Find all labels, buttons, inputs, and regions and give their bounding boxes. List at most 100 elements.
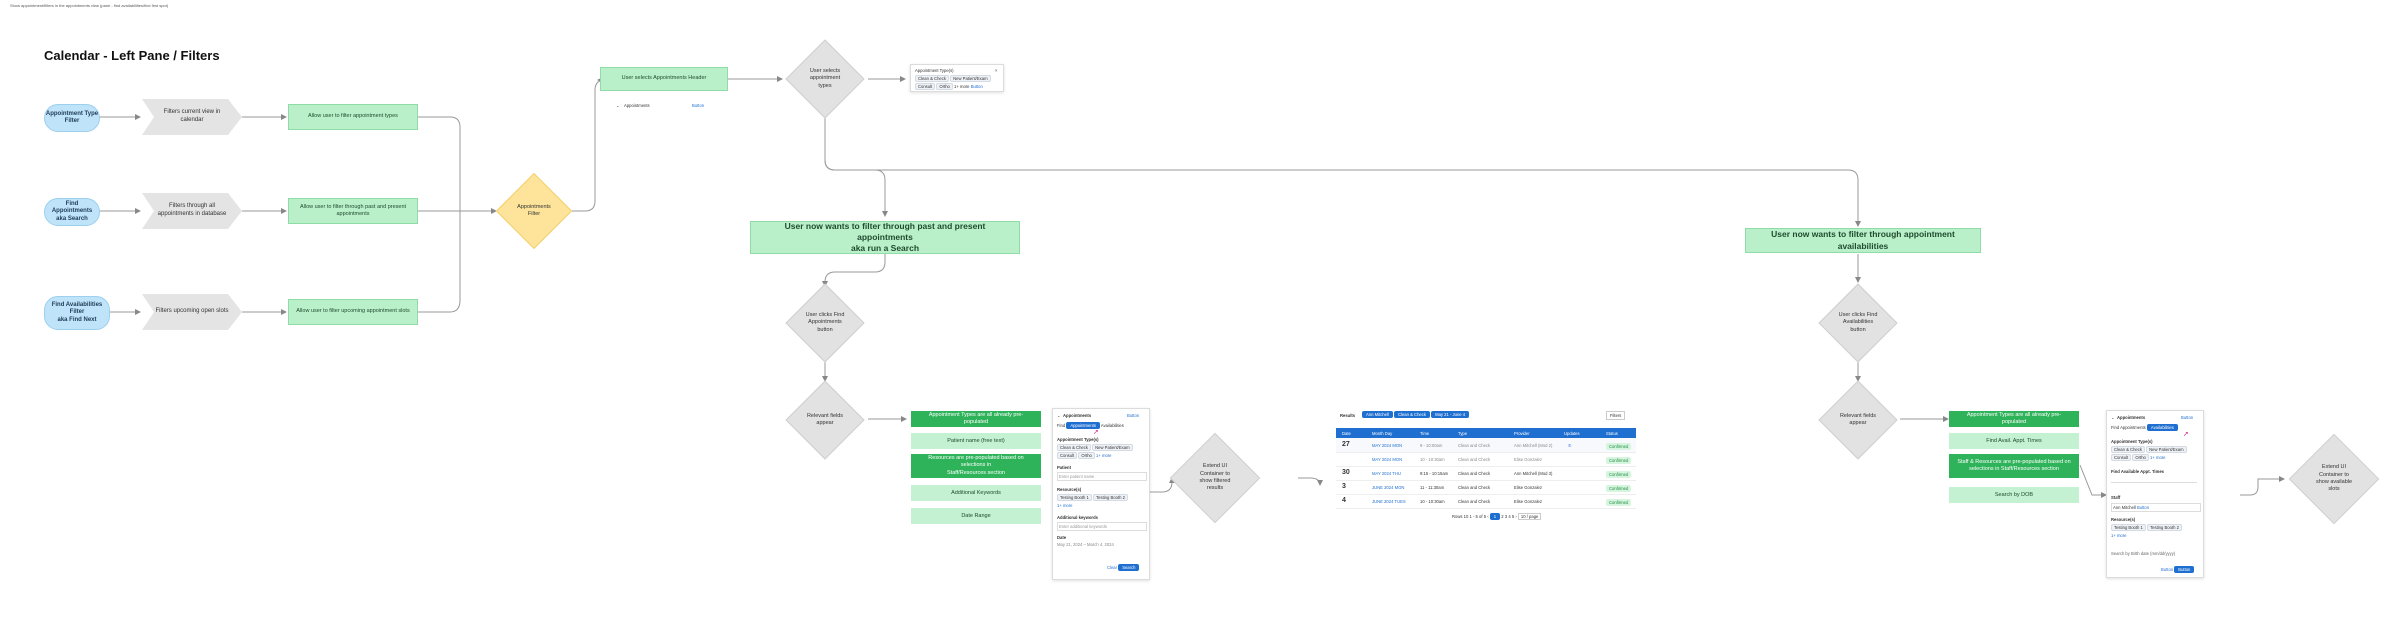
col-date[interactable]: Date: [1342, 431, 1351, 436]
staff-label: Staff: [2111, 495, 2121, 500]
appointment-types-popup: Appointment Type(s) × Clean & Check New …: [910, 64, 1004, 92]
pagination: Rows 10 1 - 5 of 5 ‹ 1 2 3 4 5 › 10 / pa…: [1452, 513, 1542, 520]
chevron-filters-open-slots: Filters upcoming open slots: [142, 294, 242, 330]
extend-ui-results-decision: Extend UI Container to show filtered res…: [1169, 430, 1261, 526]
appointment-type-filter-pill: Appointment Type Filter: [44, 104, 100, 132]
top-note: Show appointment/filters in the appointm…: [10, 3, 169, 8]
avail-secondary-button[interactable]: Button: [2161, 567, 2173, 572]
cursor-icon: ➚: [2183, 431, 2189, 438]
filters-dropdown[interactable]: Filters: [1606, 411, 1626, 420]
header-strip-button[interactable]: Button: [692, 103, 704, 108]
find-times-input[interactable]: [2111, 477, 2197, 483]
patient-input[interactable]: Enter patient name: [1057, 472, 1147, 481]
tab-find[interactable]: Find: [2111, 425, 2119, 430]
resource-chip[interactable]: Testing Booth 2: [2147, 524, 2182, 531]
resources-label: Resource(s): [2111, 517, 2136, 522]
table-row[interactable]: MAY 2024 MON 10 - 10:30am Clean and Chec…: [1336, 452, 1636, 467]
click-find-availabilities-decision: User clicks Find Availabilities button: [1815, 283, 1901, 363]
col-type[interactable]: Type: [1458, 431, 1467, 436]
avail-field-find-times: Find Avail. Appt. Times: [1949, 433, 2079, 449]
results-chip[interactable]: May 21 - June 4: [1431, 411, 1470, 418]
table-row[interactable]: 27 MAY 2024 MON 9 - 10:00am Clean and Ch…: [1336, 438, 1636, 453]
appointments-header-strip: ⌄ Appointments Button: [612, 99, 712, 112]
resource-chip[interactable]: Testing Booth 1: [2111, 524, 2146, 531]
search-field-appointment-types: Appointment Types are all already pre-po…: [911, 411, 1041, 427]
page-title: Calendar - Left Pane / Filters: [44, 48, 220, 63]
type-chip[interactable]: New Patient/Exam: [950, 75, 991, 82]
col-time[interactable]: Time: [1420, 431, 1429, 436]
type-chip[interactable]: Clean & Check: [2111, 446, 2145, 453]
page-button[interactable]: 2: [1501, 514, 1503, 519]
find-appointments-pill: Find Appointments aka Search: [44, 198, 100, 226]
page-button[interactable]: 3: [1505, 514, 1507, 519]
type-chip[interactable]: Ortho: [2132, 454, 2149, 461]
type-chip[interactable]: Consult: [2111, 454, 2132, 461]
allow-filter-past-present: Allow user to filter through past and pr…: [288, 198, 418, 224]
date-from-input[interactable]: May 21, 2024: [1057, 542, 1082, 547]
page-button[interactable]: 1: [1489, 513, 1501, 520]
more-chip[interactable]: 1+ more: [2111, 533, 2126, 538]
rows-select[interactable]: 10: [1464, 514, 1469, 519]
resource-chip[interactable]: Testing Booth 2: [1093, 494, 1128, 501]
more-chip[interactable]: 1+ more: [954, 84, 969, 89]
tab-appointments[interactable]: Appointments: [2120, 425, 2146, 430]
col-updates[interactable]: Updates: [1564, 431, 1580, 436]
staff-select[interactable]: Ann Mitchell Button: [2111, 503, 2201, 512]
search-panel-header-button[interactable]: Button: [1127, 413, 1139, 418]
search-types-label: Appointment Type(s): [1057, 437, 1099, 442]
types-popup-button[interactable]: Button: [971, 84, 983, 89]
more-chip[interactable]: 1+ more: [2150, 455, 2165, 460]
allow-filter-upcoming-slots: Allow user to filter upcoming appointmen…: [288, 299, 418, 325]
avail-panel-header-button[interactable]: Button: [2181, 415, 2193, 420]
avail-primary-button[interactable]: Button: [2174, 566, 2195, 573]
extend-ui-slots-decision: Extend UI Container to show available sl…: [2286, 431, 2382, 527]
type-chip[interactable]: Clean & Check: [1057, 444, 1091, 451]
tab-availabilities[interactable]: Availabilities: [1101, 423, 1124, 428]
type-chip[interactable]: Consult: [915, 83, 936, 90]
results-chip[interactable]: Ann Mitchell: [1362, 411, 1393, 418]
per-page-select[interactable]: 10 / page: [1517, 513, 1542, 520]
type-chip[interactable]: Consult: [1057, 452, 1078, 459]
resource-chip[interactable]: Testing Booth 1: [1057, 494, 1092, 501]
type-chip[interactable]: New Patient/Exam: [2146, 446, 2187, 453]
relevant-fields-decision-2: Relevant fields appear: [1815, 380, 1901, 460]
table-row[interactable]: 4 JUNE 2024 TUES 10 - 10:30am Clean and …: [1336, 494, 1636, 509]
type-chip[interactable]: Ortho: [1078, 452, 1095, 459]
col-provider[interactable]: Provider: [1514, 431, 1530, 436]
type-chip[interactable]: Clean & Check: [915, 75, 949, 82]
keywords-label: Additional keywords: [1057, 515, 1098, 520]
banner-search: User now wants to filter through past an…: [750, 221, 1020, 254]
tab-availabilities[interactable]: Availabilities: [2146, 424, 2178, 431]
resources-label: Resource(s): [1057, 487, 1082, 492]
type-chip[interactable]: Ortho: [936, 83, 953, 90]
results-chip[interactable]: Clean & Check: [1393, 411, 1430, 418]
clear-button[interactable]: Clear: [1107, 565, 1117, 570]
table-row[interactable]: 3 JUNE 2024 MON 11 - 11:30am Clean and C…: [1336, 480, 1636, 495]
avail-panel-header: Appointments: [2117, 415, 2146, 420]
banner-availabilities: User now wants to filter through appoint…: [1745, 228, 1981, 253]
col-status[interactable]: Status: [1606, 431, 1618, 436]
avail-field-dob: Search by DOB: [1949, 487, 2079, 503]
page-button[interactable]: 4: [1508, 514, 1510, 519]
close-icon[interactable]: ×: [995, 68, 997, 73]
type-chip[interactable]: New Patient/Exam: [1092, 444, 1133, 451]
date-to-input[interactable]: March 4, 2024: [1087, 542, 1114, 547]
page-button[interactable]: 5: [1512, 514, 1514, 519]
avail-field-staff-resources: Staff & Resources are pre-populated base…: [1949, 454, 2079, 478]
appointments-filter-decision: Appointments Filter: [495, 172, 573, 250]
results-header: Date Month Day Time Type Provider Update…: [1336, 428, 1636, 438]
keywords-input[interactable]: Enter additional keywords: [1057, 522, 1147, 531]
more-chip[interactable]: 1+ more: [1096, 453, 1111, 458]
dob-input[interactable]: Search by Birth date (mm/dd/yyyy): [2111, 551, 2175, 556]
header-strip-label: Appointments: [624, 103, 650, 108]
allow-filter-appointment-types: Allow user to filter appointment types: [288, 104, 418, 130]
search-panel-header: Appointments: [1063, 413, 1092, 418]
results-table: Results Ann Mitchell Clean & Check May 2…: [1336, 406, 1636, 546]
col-month-day[interactable]: Month Day: [1372, 431, 1392, 436]
more-chip[interactable]: 1+ more: [1057, 503, 1072, 508]
search-button[interactable]: Search: [1118, 564, 1140, 571]
tab-find[interactable]: Find: [1057, 423, 1065, 428]
chevron-down-icon: ⌄: [616, 103, 620, 108]
table-row[interactable]: 30 MAY 2024 THU 9:15 - 10:15am Clean and…: [1336, 466, 1636, 481]
search-field-patient-name: Patient name (free text): [911, 433, 1041, 449]
